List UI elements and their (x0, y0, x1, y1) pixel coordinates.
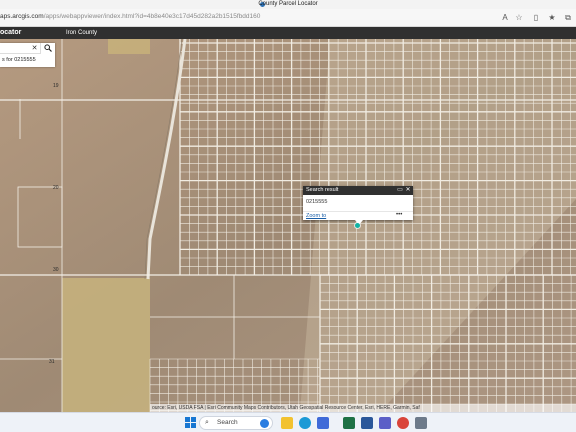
read-aloud-icon[interactable]: A (500, 13, 510, 23)
taskbar-search[interactable]: ⌕ Search (199, 416, 273, 430)
popup-title: Search result (306, 187, 339, 193)
word-icon[interactable] (361, 417, 373, 429)
edge-browser-icon[interactable] (299, 417, 311, 429)
more-options-icon[interactable]: ••• (396, 212, 402, 218)
search-result-popup: Search result ▭ ✕ 0215555 Zoom to ••• (303, 186, 413, 225)
taskbar: ⌕ Search (0, 412, 576, 432)
windows-start-icon[interactable] (185, 417, 197, 429)
section-label: 30 (53, 267, 59, 273)
search-icon: ⌕ (205, 419, 209, 426)
address-bar[interactable]: aps.arcgis.com/apps/webappviewer/index.h… (0, 9, 576, 27)
section-label: 19 (53, 83, 59, 89)
highlight-parcel (62, 278, 150, 412)
url-path: /apps/webappviewer/index.html?id=4b8e40e… (43, 13, 261, 20)
collections-icon[interactable]: ⧉ (563, 13, 573, 23)
result-marker-icon[interactable] (355, 223, 360, 228)
map-canvas[interactable]: 19 20 30 31 (0, 39, 576, 412)
section-label: 20 (53, 185, 59, 191)
url-host: aps.arcgis.com (0, 13, 44, 20)
favorites-icon[interactable]: ★ (547, 13, 557, 23)
favorite-star-icon[interactable]: ☆ (514, 13, 524, 23)
split-screen-icon[interactable]: ▯ (531, 13, 541, 23)
teams-icon[interactable] (379, 417, 391, 429)
popup-footer: Zoom to ••• (303, 211, 413, 220)
section-label: 31 (49, 359, 55, 365)
zoom-to-link[interactable]: Zoom to (306, 213, 326, 219)
microsoft-store-icon[interactable] (317, 417, 329, 429)
search-widget[interactable]: ✕ s for 0215555 (0, 43, 55, 67)
app-title: ocator (0, 29, 22, 36)
app-header: ocator Iron County (0, 27, 576, 39)
settings-icon[interactable] (415, 417, 427, 429)
search-icon[interactable] (40, 43, 55, 54)
window-title-bar: County Parcel Locator (0, 0, 576, 9)
window-title: County Parcel Locator (258, 1, 318, 7)
map-view[interactable]: 19 20 30 31 (0, 39, 576, 412)
excel-icon[interactable] (343, 417, 355, 429)
close-icon[interactable]: ✕ (404, 186, 412, 195)
county-name: Iron County (66, 30, 98, 36)
clear-search-icon[interactable]: ✕ (30, 43, 39, 54)
chrome-icon[interactable] (397, 417, 409, 429)
search-suggestion[interactable]: s for 0215555 (0, 56, 55, 65)
popup-header: Search result ▭ ✕ (303, 186, 413, 195)
highlight-parcel (108, 39, 150, 54)
url-text[interactable]: aps.arcgis.com/apps/webappviewer/index.h… (0, 13, 260, 20)
taskbar-search-label: Search (217, 419, 238, 426)
maximize-icon[interactable]: ▭ (396, 186, 404, 195)
map-attribution: ource: Esri, USDA FSA | Esri Community M… (150, 404, 576, 412)
file-explorer-icon[interactable] (281, 417, 293, 429)
popup-content: 0215555 (306, 199, 328, 205)
bing-icon (260, 419, 269, 428)
